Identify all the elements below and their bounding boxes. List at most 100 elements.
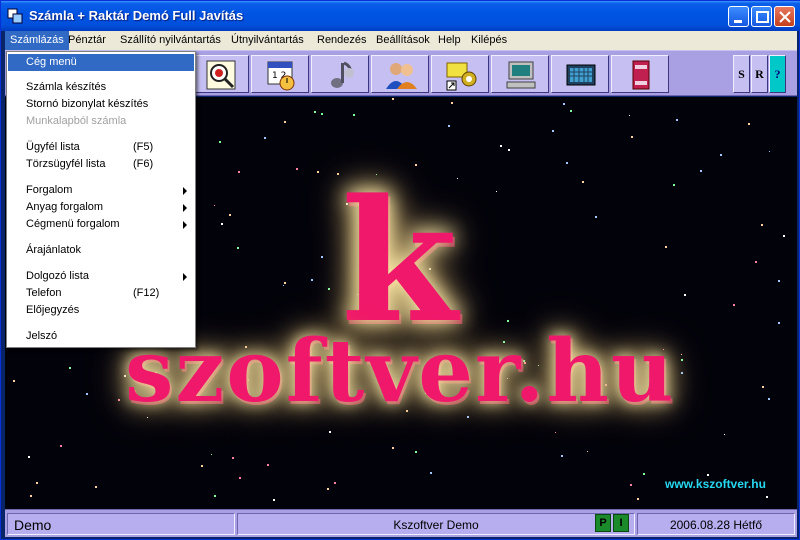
star (238, 171, 240, 173)
star (69, 367, 71, 369)
menu-item-szamla-keszites[interactable]: Számla készítés (8, 79, 194, 96)
star (629, 115, 630, 116)
menu-penztar[interactable]: Pénztár (63, 31, 111, 50)
star (60, 445, 62, 447)
users-icon (386, 63, 417, 89)
star (321, 256, 323, 258)
menu-item-forgalom[interactable]: Forgalom (8, 182, 194, 199)
close-icon (779, 11, 791, 23)
menu-item-label: Számla készítés (26, 81, 107, 93)
star (214, 495, 216, 497)
star (631, 136, 633, 138)
menu-item-torzsugyfel-lista[interactable]: Törzsügyfél lista (F6) (8, 156, 194, 173)
szamlazas-dropdown: Cég menü Számla készítés Stornó bizonyla… (6, 51, 196, 348)
star (595, 216, 597, 218)
toolbar-keys-button[interactable] (431, 55, 489, 93)
menu-szamlazas[interactable]: Számlázás (5, 31, 69, 50)
title-bar[interactable]: Számla + Raktár Demó Full Javítás (1, 1, 800, 31)
menu-help[interactable]: Help (433, 31, 466, 50)
toolbar-r-button[interactable]: R (751, 55, 768, 93)
star (95, 486, 97, 488)
menu-item-storno[interactable]: Stornó bizonylat készítés (8, 96, 194, 113)
status-mode: Demo (7, 513, 235, 535)
menu-item-ugyfel-lista[interactable]: Ügyfél lista (F5) (8, 139, 194, 156)
star (769, 151, 770, 152)
toolbar-users-button[interactable] (371, 55, 429, 93)
toolbar-books-button[interactable] (611, 55, 669, 93)
toolbar-magnifier-button[interactable] (191, 55, 249, 93)
submenu-arrow-icon (183, 187, 187, 195)
website-link[interactable]: www.kszoftver.hu (665, 477, 766, 491)
star (430, 472, 432, 474)
star (566, 162, 568, 164)
star (681, 372, 683, 374)
star (587, 451, 588, 452)
logo-letter: k (341, 162, 458, 360)
menu-item-label: Forgalom (26, 184, 73, 196)
star (314, 111, 316, 113)
status-indicator-p: P (595, 514, 611, 532)
menu-bar: Számlázás Pénztár Szállító nyilvántartás… (5, 31, 797, 50)
star (508, 149, 510, 151)
shortcut-label: (F6) (133, 158, 154, 170)
keys-gear-icon (446, 62, 477, 91)
star (500, 145, 502, 147)
star (211, 454, 212, 455)
star (684, 294, 686, 296)
toolbar-calculator-button[interactable] (551, 55, 609, 93)
magnifier-icon (206, 60, 236, 90)
menu-utnyilvantartas[interactable]: Útnyilvántartás (226, 31, 309, 50)
star (724, 434, 725, 435)
submenu-arrow-icon (183, 221, 187, 229)
close-button[interactable] (774, 6, 795, 27)
submenu-arrow-icon (183, 204, 187, 212)
menu-item-telefon[interactable]: Telefon (F12) (8, 285, 194, 302)
star (582, 181, 584, 183)
toolbar-music-button[interactable] (311, 55, 369, 93)
star (563, 103, 565, 105)
star (392, 98, 394, 100)
menu-item-anyag-forgalom[interactable]: Anyag forgalom (8, 199, 194, 216)
star (264, 137, 266, 139)
menu-item-elojegyzes[interactable]: Előjegyzés (8, 302, 194, 319)
minimize-button[interactable] (728, 6, 749, 27)
menu-kilepes[interactable]: Kilépés (466, 31, 512, 50)
calculator-icon (566, 64, 596, 86)
star (229, 214, 231, 216)
toolbar-s-button[interactable]: S (733, 55, 750, 93)
toolbar-help-button[interactable]: ? (769, 55, 786, 93)
star (118, 399, 120, 401)
menu-item-jelszo[interactable]: Jelszó (8, 328, 194, 345)
menu-item-arajanlatok[interactable]: Árajánlatok (8, 242, 194, 259)
menu-szallito[interactable]: Szállító nyilvántartás (115, 31, 226, 50)
toolbar-computer-button[interactable] (491, 55, 549, 93)
star (665, 246, 667, 248)
star (239, 477, 241, 479)
star (214, 205, 215, 206)
menu-separator (10, 262, 192, 263)
star (778, 322, 780, 324)
maximize-button[interactable] (751, 6, 772, 27)
star (284, 121, 286, 123)
menu-item-ceg-menu[interactable]: Cég menü (8, 54, 194, 71)
menu-item-dolgozo-lista[interactable]: Dolgozó lista (8, 268, 194, 285)
star (321, 113, 323, 115)
menu-item-cegmenu-forgalom[interactable]: Cégmenü forgalom (8, 216, 194, 233)
menu-beallitasok[interactable]: Beállítások (371, 31, 435, 50)
menu-separator (10, 74, 192, 75)
menu-rendezes[interactable]: Rendezés (312, 31, 372, 50)
star (720, 154, 722, 156)
status-indicator-i: I (613, 514, 629, 532)
star (555, 432, 556, 433)
menu-item-label: Dolgozó lista (26, 270, 89, 282)
menu-item-label: Munkalapból számla (26, 115, 127, 127)
star (552, 130, 554, 132)
toolbar-calendar-button[interactable]: 1 2 (251, 55, 309, 93)
menu-item-label: Telefon (26, 287, 62, 299)
star (496, 191, 497, 192)
star (36, 482, 38, 484)
star (30, 495, 32, 497)
star (561, 455, 563, 457)
star (267, 464, 269, 466)
menu-separator (10, 322, 192, 323)
